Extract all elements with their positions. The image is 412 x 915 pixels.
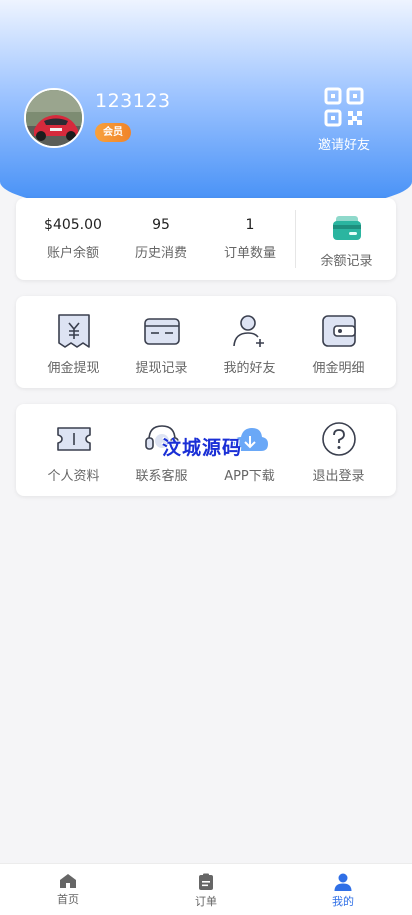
balance-card-icon — [332, 216, 361, 240]
menu-label: 退出登录 — [312, 469, 365, 484]
menu-withdraw-record[interactable]: 提现记录 — [114, 296, 209, 388]
question-icon — [322, 422, 356, 456]
tab-label: 我的 — [332, 895, 354, 908]
stat-total-spent[interactable]: 95 历史消费 — [116, 198, 206, 280]
menu-logout[interactable]: 退出登录 — [291, 404, 386, 496]
invite-friends-button[interactable]: 邀请好友 — [310, 86, 378, 153]
stat-value: 95 — [152, 217, 170, 233]
menu-label: 佣金提现 — [47, 361, 100, 376]
menu-commission-withdraw[interactable]: 佣金提现 — [26, 296, 121, 388]
add-friend-icon — [233, 315, 264, 347]
user-icon — [334, 873, 352, 891]
commission-withdraw-icon — [58, 314, 90, 348]
menu-my-friends[interactable]: 我的好友 — [202, 296, 297, 388]
tab-label: 订单 — [195, 895, 217, 908]
stat-label: 历史消费 — [134, 246, 187, 261]
bottom-tab-bar: 首页 订单 我的 — [0, 863, 412, 915]
stat-label: 订单数量 — [223, 246, 276, 261]
menu-commission-detail[interactable]: 佣金明细 — [291, 296, 386, 388]
qr-code-icon — [324, 87, 364, 127]
menu-label: 个人资料 — [47, 469, 100, 484]
tab-orders[interactable]: 订单 — [166, 864, 246, 915]
account-stats-card: $405.00 账户余额 95 历史消费 1 订单数量 余额记录 — [16, 198, 396, 280]
stat-value: $405.00 — [44, 217, 102, 233]
wallet-icon — [322, 315, 356, 347]
menu-card-finance: 佣金提现 提现记录 我的好友 佣金明细 — [16, 296, 396, 388]
menu-label: 佣金明细 — [312, 361, 365, 376]
watermark-text: 汶城源码 — [162, 437, 243, 459]
menu-label: 提现记录 — [135, 361, 188, 376]
menu-label: 我的好友 — [223, 361, 276, 376]
order-icon — [199, 873, 213, 890]
member-badge: 会员 — [95, 123, 131, 142]
stat-value: 1 — [245, 217, 255, 233]
tab-mine[interactable]: 我的 — [303, 864, 383, 915]
username: 123123 — [95, 90, 171, 112]
stat-label: 账户余额 — [46, 246, 99, 261]
avatar[interactable] — [24, 88, 84, 148]
menu-label: 联系客服 — [135, 469, 188, 484]
ticket-icon — [57, 427, 91, 451]
balance-record-label: 余额记录 — [320, 254, 373, 269]
stat-account-balance[interactable]: $405.00 账户余额 — [28, 198, 118, 280]
menu-label: APP下载 — [224, 469, 275, 484]
invite-friends-label: 邀请好友 — [317, 138, 370, 153]
divider — [295, 210, 296, 268]
card-icon — [144, 318, 180, 345]
balance-record-button[interactable]: 余额记录 — [297, 198, 396, 280]
menu-profile[interactable]: 个人资料 — [26, 404, 121, 496]
tab-label: 首页 — [57, 893, 79, 906]
tab-home[interactable]: 首页 — [28, 864, 108, 915]
home-icon — [60, 874, 76, 888]
stat-order-count[interactable]: 1 订单数量 — [205, 198, 295, 280]
